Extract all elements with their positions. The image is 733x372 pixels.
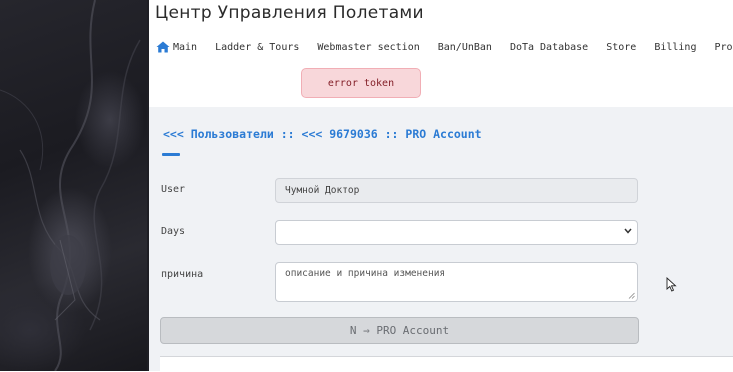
reason-label: причина — [161, 269, 204, 280]
breadcrumb-current: PRO Account — [405, 127, 482, 141]
breadcrumb-separator: :: — [384, 127, 399, 141]
breadcrumb-underline — [162, 153, 180, 156]
nav-item-billing[interactable]: Billing — [645, 42, 705, 53]
nav-item-webmaster[interactable]: Webmaster section — [308, 42, 428, 53]
reason-textarea[interactable]: описание и причина изменения — [275, 262, 638, 302]
reason-placeholder: описание и причина изменения — [285, 268, 446, 279]
breadcrumb-user-link[interactable]: <<< 9679036 — [302, 127, 378, 141]
nav-item-ban-unban[interactable]: Ban/UnBan — [429, 42, 501, 53]
resize-grip-icon[interactable] — [628, 292, 635, 299]
nav-item-main[interactable]: Main — [149, 41, 206, 53]
nav-item-store[interactable]: Store — [597, 42, 645, 53]
chevron-down-icon — [624, 228, 632, 234]
nav-item-label: Ladder & Tours — [215, 41, 300, 53]
days-label: Days — [161, 226, 186, 237]
nav-item-label: DoTa Database — [509, 41, 589, 53]
top-navbar: Main Ladder & Tours Webmaster section Ba… — [149, 36, 733, 58]
nav-item-label: Billing — [654, 41, 697, 53]
days-select[interactable] — [275, 220, 638, 245]
user-field-value: Чумной Доктор — [285, 185, 360, 196]
nav-item-pro[interactable]: Pro — [705, 42, 733, 53]
home-icon — [156, 41, 170, 53]
breadcrumb: <<< Пользователи :: <<< 9679036 :: PRO A… — [163, 127, 482, 141]
user-field: Чумной Доктор — [275, 178, 638, 203]
nav-item-label: Main — [173, 41, 198, 53]
submit-button[interactable]: N ⇒ PRO Account — [160, 317, 639, 344]
breadcrumb-separator: :: — [280, 127, 295, 141]
nav-item-ladder-tours[interactable]: Ladder & Tours — [206, 42, 308, 53]
nav-item-label: Webmaster section — [317, 41, 420, 53]
nav-item-label: Ban/UnBan — [437, 41, 492, 53]
breadcrumb-users-link[interactable]: <<< Пользователи — [163, 127, 274, 141]
nav-item-label: Pro — [714, 41, 733, 53]
nav-item-label: Store — [606, 41, 637, 53]
user-label: User — [161, 184, 186, 195]
mouse-cursor-icon — [666, 277, 677, 292]
page-title: Центр Управления Полетами — [155, 3, 424, 23]
error-alert: error token — [301, 68, 421, 98]
background-artwork — [0, 0, 147, 371]
nav-item-dota-database[interactable]: DoTa Database — [501, 42, 597, 53]
next-card — [160, 356, 733, 372]
